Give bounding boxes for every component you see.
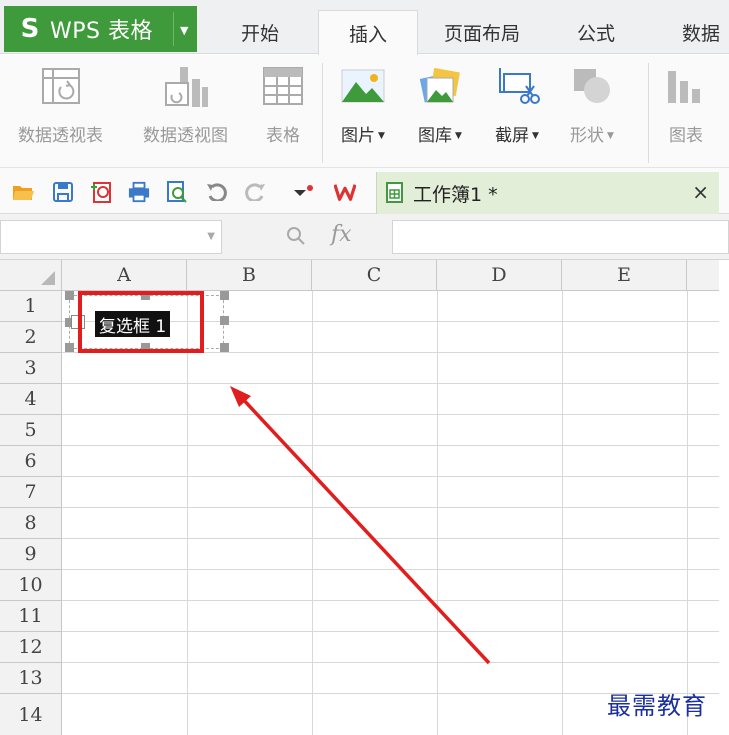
watermark-text: 最需教育: [607, 692, 707, 720]
annotation-arrow-icon: [230, 386, 491, 665]
